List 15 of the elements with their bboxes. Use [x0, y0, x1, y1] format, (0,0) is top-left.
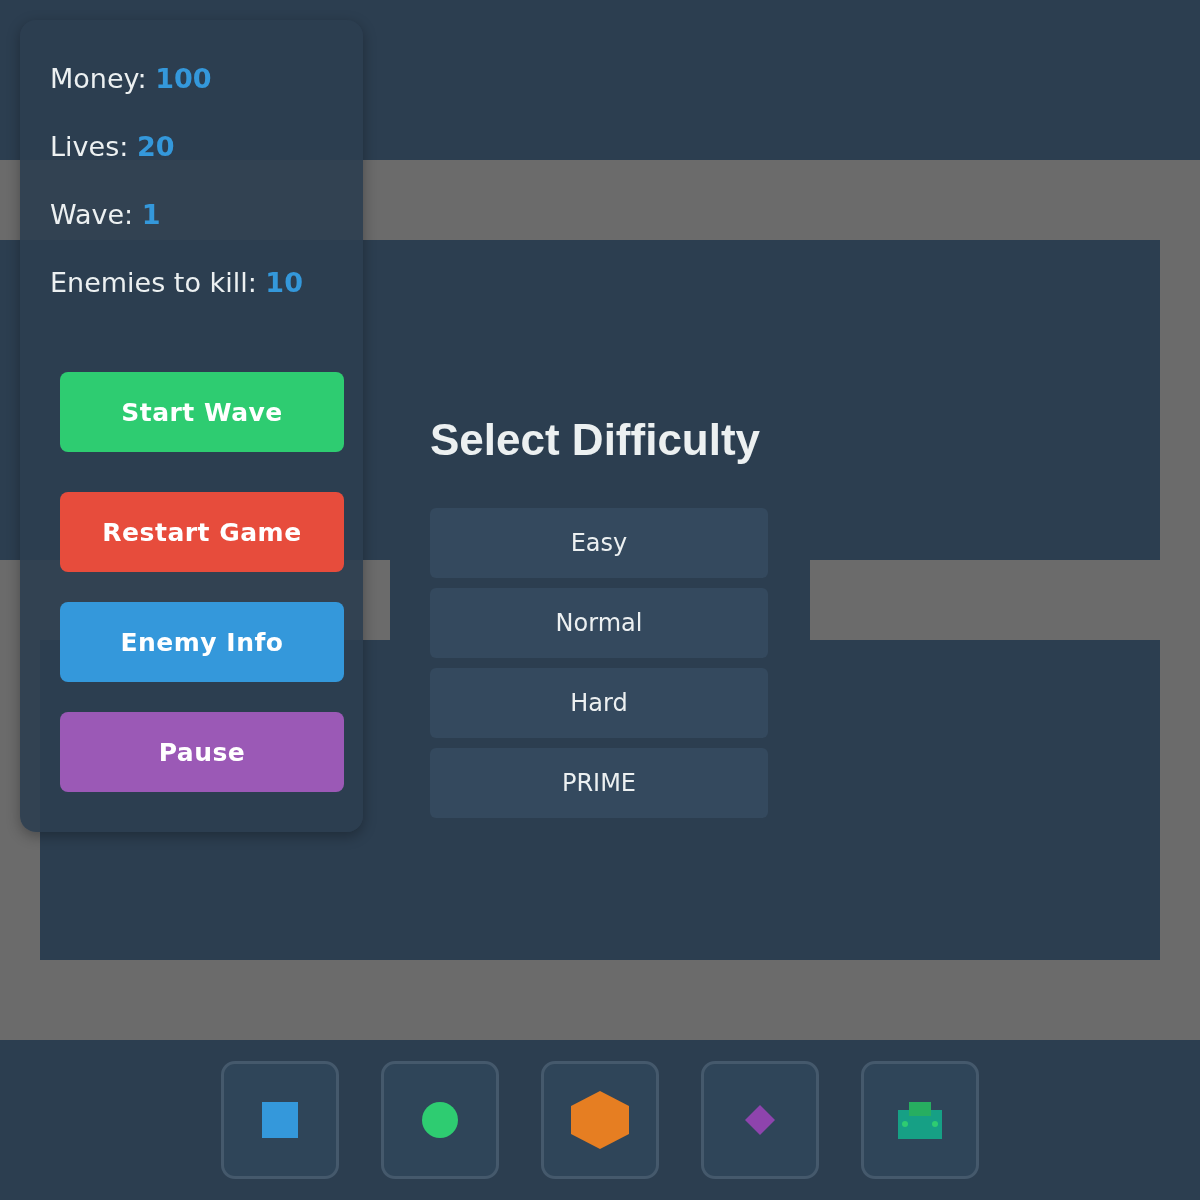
tower-button[interactable]: [381, 1061, 499, 1179]
tower-button[interactable]: [861, 1061, 979, 1179]
difficulty-button[interactable]: Easy: [430, 508, 768, 578]
difficulty-button[interactable]: PRIME: [430, 748, 768, 818]
dialog-title: Select Difficulty: [430, 414, 762, 466]
stat-text: Lives: 20: [50, 130, 176, 164]
difficulty-button[interactable]: Hard: [430, 668, 768, 738]
stat-text: Wave: 1: [50, 198, 162, 232]
tower-button[interactable]: [221, 1061, 339, 1179]
stat-text: Enemies to kill: 10: [50, 266, 304, 300]
difficulty-button[interactable]: Normal: [430, 588, 768, 658]
control-button[interactable]: Pause: [60, 712, 344, 792]
tower-button[interactable]: [541, 1061, 659, 1179]
stat-text: Money: 100: [50, 62, 213, 96]
control-button[interactable]: Restart Game: [60, 492, 344, 572]
